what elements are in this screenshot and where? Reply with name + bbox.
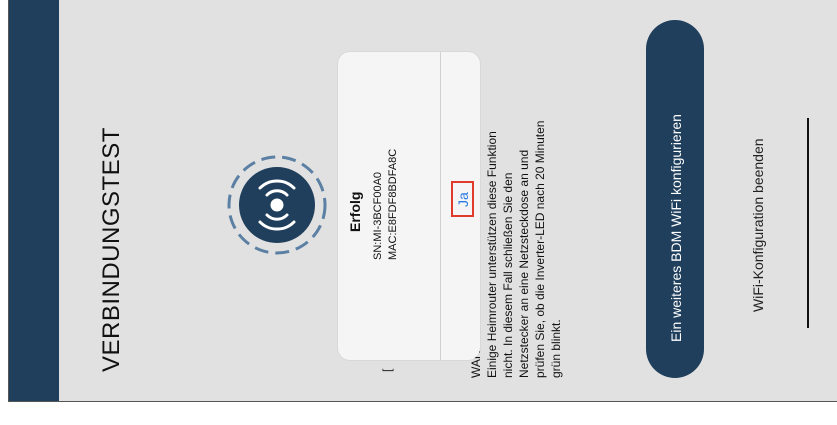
confirm-button[interactable]: Ja [455, 192, 471, 207]
dialog-serial-number: SN:MI-3BCF00A0 [372, 171, 384, 260]
edge-bracket [807, 118, 813, 328]
warning-line: grün blinkt. [549, 319, 563, 378]
dialog-mac-address: MAC:E8FDF8BDFA8C [387, 148, 399, 260]
dialog-title: Erfolg [347, 191, 363, 232]
end-configuration-link[interactable]: WiFi-Konfiguration beenden [750, 138, 766, 312]
dialog-divider [440, 52, 441, 360]
warning-line: nicht. In diesem Fall schließen Sie den [501, 172, 515, 378]
configure-another-label: Ein weiteres BDM WiFi konfigurieren [668, 114, 684, 342]
page-title: VERBINDUNGSTEST [98, 127, 125, 372]
side-bar [9, 0, 59, 401]
warning-text: WARI Einige Heimrouter unterstützen dies… [468, 121, 564, 378]
wifi-signal-icon [227, 155, 327, 255]
warning-line: prüfen Sie, ob die Inverter-LED nach 20 … [533, 120, 547, 378]
warning-line: Netzstecker an eine Netzsteckdose an und [517, 149, 531, 378]
connection-status-text: [ [380, 368, 394, 372]
warning-line: Einige Heimrouter unterstützen diese Fun… [485, 131, 499, 378]
